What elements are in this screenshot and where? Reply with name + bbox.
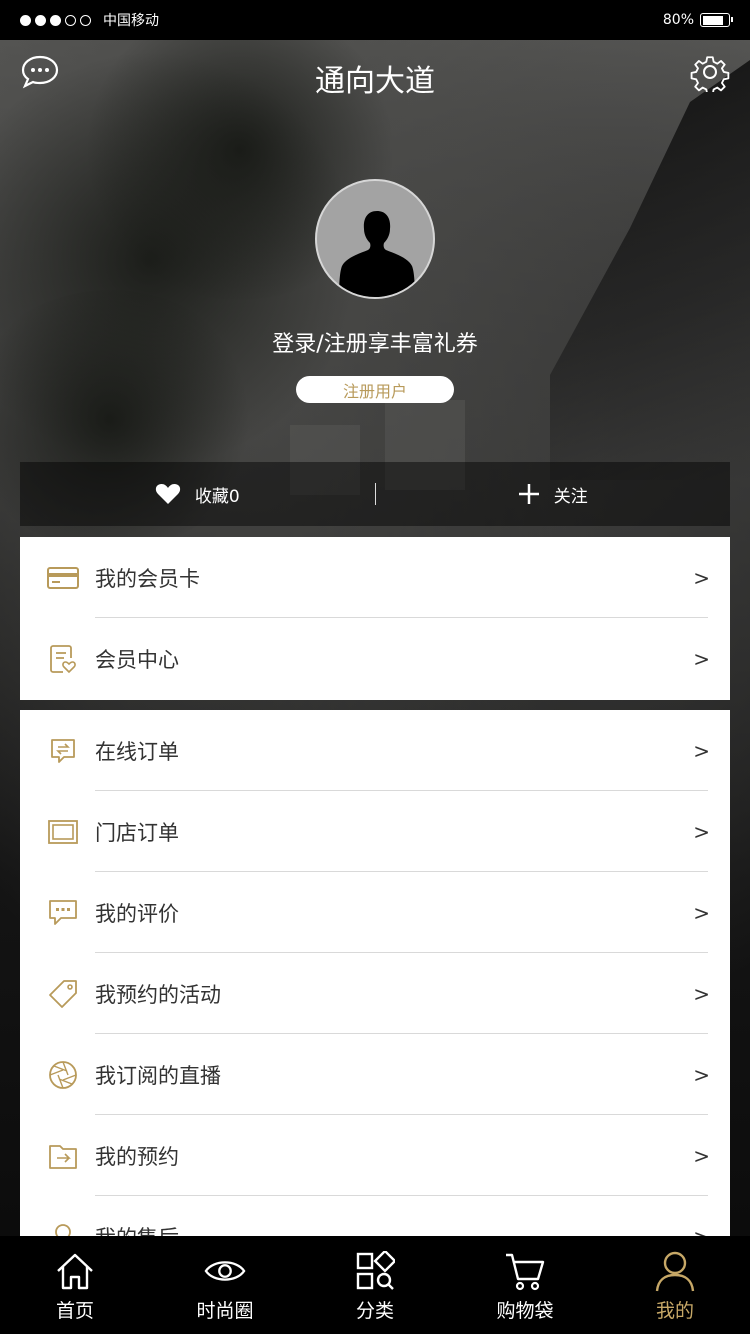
member-icon	[46, 642, 80, 676]
plus-icon	[518, 484, 539, 504]
heart-icon	[155, 483, 180, 504]
avatar[interactable]	[315, 179, 435, 299]
online-order-icon	[46, 734, 80, 768]
menu-item-my-bookings[interactable]: 我的预约 >	[20, 1115, 730, 1196]
signal-strength-icon	[20, 14, 91, 26]
profile-icon	[654, 1250, 696, 1292]
folder-icon	[46, 1139, 80, 1173]
tab-label: 时尚圈	[196, 1300, 254, 1322]
status-bar: 中国移动 80%	[0, 0, 750, 40]
menu-item-booked-events[interactable]: 我预约的活动 >	[20, 953, 730, 1034]
login-register-link[interactable]: 登录/注册享丰富礼券	[0, 326, 750, 358]
comment-icon	[46, 896, 80, 930]
chevron-right-icon: >	[693, 646, 710, 671]
menu-label: 我的预约	[95, 1144, 179, 1169]
chevron-right-icon: >	[693, 738, 710, 763]
chevron-right-icon: >	[693, 900, 710, 925]
menu-label: 我的会员卡	[95, 566, 200, 591]
chevron-right-icon: >	[693, 1062, 710, 1087]
stats-bar: 收藏0 关注	[20, 462, 730, 526]
tab-category[interactable]: 分类	[300, 1236, 450, 1334]
gear-icon	[690, 56, 730, 95]
eye-icon	[204, 1250, 246, 1292]
favorites-stat[interactable]: 收藏0	[20, 482, 375, 507]
tab-profile[interactable]: 我的	[600, 1236, 750, 1334]
tab-fashion[interactable]: 时尚圈	[150, 1236, 300, 1334]
tab-cart[interactable]: 购物袋	[450, 1236, 600, 1334]
tab-label: 购物袋	[496, 1300, 554, 1322]
home-icon	[54, 1250, 96, 1292]
category-icon	[354, 1250, 396, 1292]
tab-label: 分类	[355, 1300, 394, 1322]
chevron-right-icon: >	[693, 981, 710, 1006]
follow-stat[interactable]: 关注	[376, 482, 731, 507]
menu-label: 我预约的活动	[95, 982, 221, 1007]
menu-label: 我的评价	[95, 901, 179, 926]
tab-label: 首页	[55, 1300, 94, 1322]
cart-icon	[504, 1250, 546, 1292]
chevron-right-icon: >	[693, 565, 710, 590]
orders-menu: 在线订单 > 门店订单 > 我的评价 > 我预约的活动 > 我订阅的直播 > 我…	[20, 710, 730, 1250]
menu-label: 门店订单	[95, 820, 179, 845]
register-button[interactable]: 注册用户	[296, 376, 454, 403]
menu-item-store-orders[interactable]: 门店订单 >	[20, 791, 730, 872]
menu-label: 会员中心	[95, 647, 179, 672]
menu-item-member-center[interactable]: 会员中心 >	[20, 618, 730, 699]
membership-menu: 我的会员卡 > 会员中心 >	[20, 537, 730, 700]
tab-home[interactable]: 首页	[0, 1236, 150, 1334]
carrier-name: 中国移动	[103, 13, 159, 29]
menu-item-online-orders[interactable]: 在线订单 >	[20, 710, 730, 791]
user-silhouette-icon	[339, 211, 415, 297]
card-icon	[46, 561, 80, 595]
menu-label: 在线订单	[95, 739, 179, 764]
menu-item-reviews[interactable]: 我的评价 >	[20, 872, 730, 953]
menu-label: 我订阅的直播	[95, 1063, 221, 1088]
follow-label: 关注	[553, 486, 588, 507]
aperture-icon	[46, 1058, 80, 1092]
bottom-tab-bar: 首页 时尚圈 分类 购物袋 我的	[0, 1236, 750, 1334]
page-title: 通向大道	[315, 64, 435, 99]
tab-label: 我的	[655, 1300, 694, 1322]
menu-item-subscribed-live[interactable]: 我订阅的直播 >	[20, 1034, 730, 1115]
battery-percent: 80%	[662, 12, 694, 28]
favorites-label: 收藏0	[194, 486, 240, 507]
menu-item-member-card[interactable]: 我的会员卡 >	[20, 537, 730, 618]
settings-button[interactable]	[690, 52, 730, 95]
chevron-right-icon: >	[693, 819, 710, 844]
tag-icon	[46, 977, 80, 1011]
battery-icon	[700, 13, 733, 27]
chevron-right-icon: >	[693, 1143, 710, 1168]
store-order-icon	[46, 815, 80, 849]
